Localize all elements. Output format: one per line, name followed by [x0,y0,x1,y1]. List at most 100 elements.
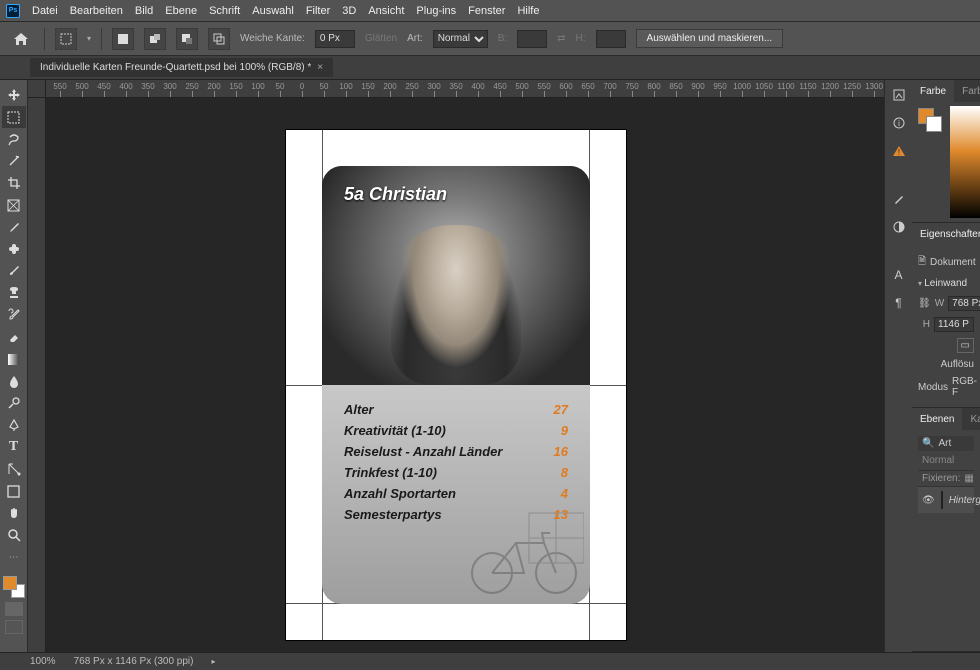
tab-color[interactable]: Farbe [912,80,954,102]
learn-panel-icon[interactable] [890,86,908,104]
menu-item[interactable]: Datei [32,5,58,17]
wand-tool[interactable] [2,150,26,172]
visibility-icon[interactable]: 👁 [922,495,935,506]
frame-tool[interactable] [2,194,26,216]
height-label: H [923,319,930,330]
layer-row[interactable]: 👁 Hintergr [918,487,974,513]
gradient-tool[interactable] [2,348,26,370]
brushes-panel-icon[interactable] [890,190,908,208]
menu-item[interactable]: Schrift [209,5,240,17]
stat-value: 16 [554,444,568,459]
tab-swatches[interactable]: Farbfelder [954,80,980,102]
path-tool[interactable] [2,458,26,480]
hand-tool[interactable] [2,502,26,524]
selection-subtract-icon[interactable] [176,28,198,50]
menu-item[interactable]: 3D [342,5,356,17]
color-picker-body[interactable] [912,102,980,222]
layer-filter[interactable]: 🔍 Art [918,436,974,451]
selection-new-icon[interactable] [112,28,134,50]
crop-tool[interactable] [2,172,26,194]
layers-panel: Ebenen Kanäle 🔍 Art Normal Fixieren: ▦ 👁… [912,408,980,652]
stat-label: Alter [344,402,374,417]
warning-icon[interactable]: ! [890,142,908,160]
menu-item[interactable]: Ebene [165,5,197,17]
screenmode-toggle[interactable] [5,620,23,634]
quickmask-toggle[interactable] [5,602,23,616]
background-swatch[interactable] [926,116,942,132]
menu-item[interactable]: Auswahl [252,5,294,17]
orientation-icon[interactable]: ▭ [957,338,974,353]
layer-thumbnail[interactable] [941,491,943,509]
ruler-vertical[interactable] [28,98,46,652]
style-label: Art: [407,33,423,44]
stat-value: 8 [561,465,568,480]
document-dimensions: 768 Px x 1146 Px (300 ppi) [74,656,194,667]
canvas-area[interactable]: 5505004504003503002502001501005005010015… [28,80,884,652]
link-icon[interactable]: ⛓ [918,298,931,309]
blur-tool[interactable] [2,370,26,392]
zoom-tool[interactable] [2,524,26,546]
canvas-section[interactable]: Leinwand [918,274,974,293]
document-tab[interactable]: Individuelle Karten Freunde-Quartett.psd… [30,58,333,77]
move-tool[interactable] [2,84,26,106]
eraser-tool[interactable] [2,326,26,348]
eyedropper-tool[interactable] [2,216,26,238]
history-brush-tool[interactable] [2,304,26,326]
stat-label: Semesterpartys [344,507,442,522]
selection-intersect-icon[interactable] [208,28,230,50]
feather-input[interactable] [315,30,355,48]
stat-row: Alter27 [322,399,590,420]
menu-item[interactable]: Hilfe [517,5,539,17]
height-input [596,30,626,48]
menu-item[interactable]: Bearbeiten [70,5,123,17]
menu-item[interactable]: Ansicht [368,5,404,17]
chevron-right-icon[interactable]: ▸ [211,657,215,666]
width-input[interactable] [948,296,980,311]
tab-layers[interactable]: Ebenen [912,408,962,430]
foreground-color-swatch[interactable] [3,576,17,590]
close-icon[interactable]: × [317,62,323,73]
color-gradient[interactable] [950,106,980,218]
lasso-tool[interactable] [2,128,26,150]
adjustments-panel-icon[interactable] [890,218,908,236]
stat-value: 13 [554,507,568,522]
menu-item[interactable]: Fenster [468,5,505,17]
blend-mode-select[interactable]: Normal [918,451,974,470]
ruler-horizontal[interactable]: 5505004504003503002502001501005005010015… [46,80,884,98]
color-swatches[interactable] [3,576,25,598]
chevron-down-icon[interactable]: ▾ [87,34,91,43]
tab-properties[interactable]: Eigenschaften [912,223,980,245]
info-panel-icon[interactable]: i [890,114,908,132]
shape-tool[interactable] [2,480,26,502]
menu-item[interactable]: Plug-ins [416,5,456,17]
width-label: W [935,298,944,309]
height-input[interactable] [934,317,974,332]
style-select[interactable]: Normal [433,30,488,48]
select-and-mask-button[interactable]: Auswählen und maskieren... [636,29,784,48]
menu-item[interactable]: Bild [135,5,153,17]
stamp-tool[interactable] [2,282,26,304]
brush-tool[interactable] [2,260,26,282]
selection-add-icon[interactable] [144,28,166,50]
healing-tool[interactable] [2,238,26,260]
tab-channels[interactable]: Kanäle [962,408,980,430]
lock-pixels-icon[interactable]: ▦ [964,473,973,484]
ruler-origin[interactable] [28,80,46,98]
paragraph-panel-icon[interactable]: ¶ [890,294,908,312]
app-icon: Ps [6,4,20,18]
resolution-label: Auflösu [941,359,974,370]
stat-row: Anzahl Sportarten4 [322,483,590,504]
character-panel-icon[interactable]: A [890,266,908,284]
edit-toolbar[interactable]: ⋯ [2,546,26,568]
marquee-tool-icon[interactable] [55,28,77,50]
filter-type[interactable]: Art [938,438,951,449]
type-tool[interactable]: T [2,436,26,458]
marquee-tool[interactable] [2,106,26,128]
menu-item[interactable]: Filter [306,5,330,17]
dodge-tool[interactable] [2,392,26,414]
document-canvas[interactable]: 5a Christian Alter27 Kreativität (1-10)9… [286,130,626,640]
menu-bar: Ps Datei Bearbeiten Bild Ebene Schrift A… [0,0,980,22]
pen-tool[interactable] [2,414,26,436]
home-button[interactable] [8,28,34,50]
zoom-level[interactable]: 100% [30,656,56,667]
